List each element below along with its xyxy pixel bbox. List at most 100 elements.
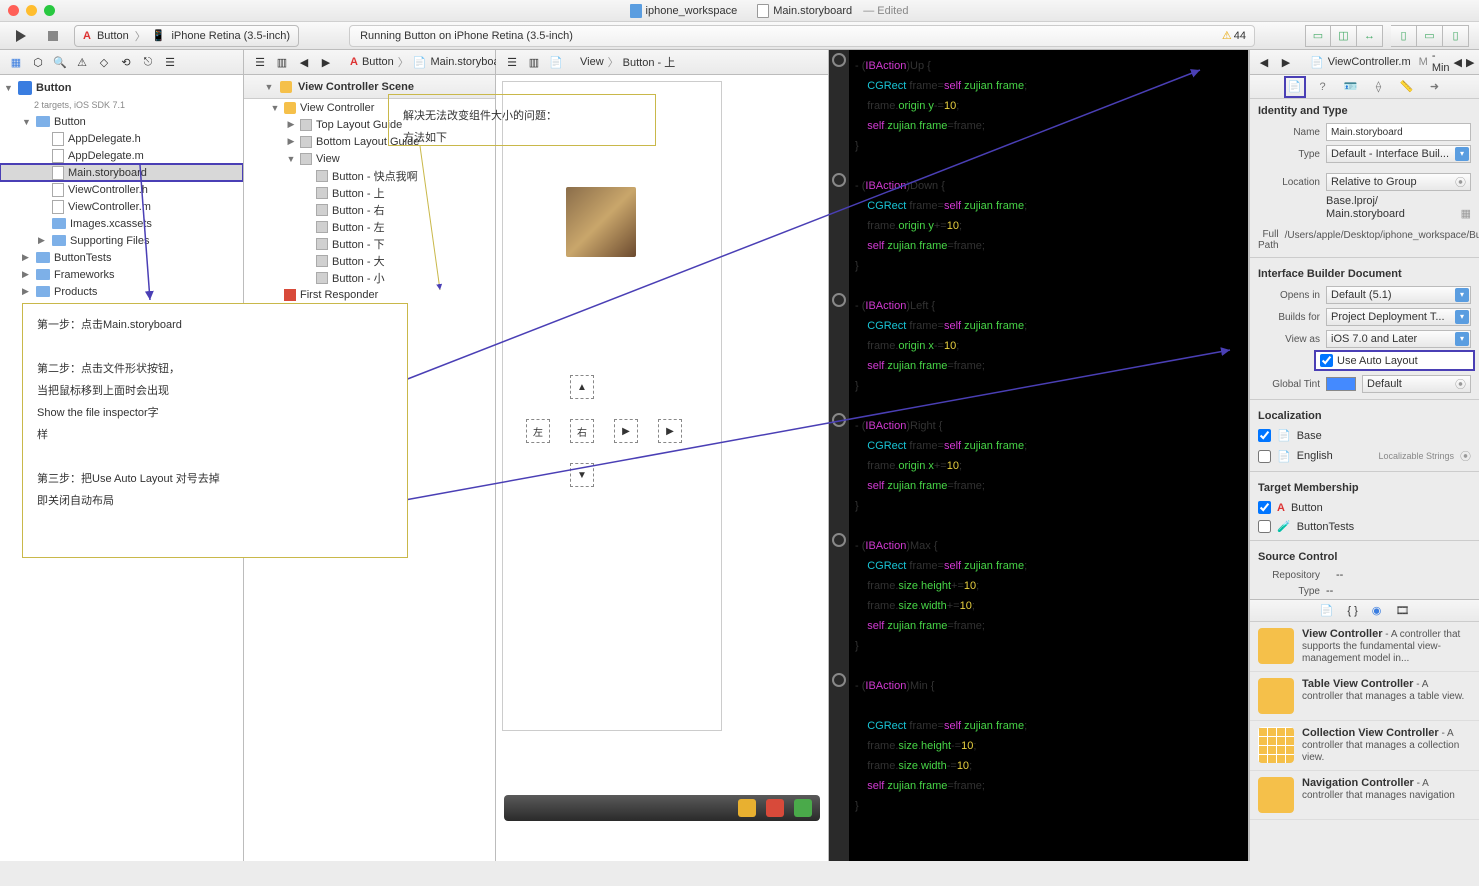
sim-icon-3[interactable] (794, 799, 812, 817)
version-editor-button[interactable]: ↔ (1357, 25, 1383, 47)
run-button[interactable] (10, 25, 32, 47)
button-center[interactable]: 右 (570, 419, 594, 443)
sim-icon-2[interactable] (766, 799, 784, 817)
toggle-utilities-button[interactable]: ▯ (1443, 25, 1469, 47)
close-window-icon[interactable] (8, 5, 19, 16)
quick-help-tab[interactable]: ? (1314, 78, 1332, 96)
interface-builder-canvas[interactable]: ☰▥📄 View〉 Button - 上 ▲ 左 右 ▶ ▼ ▶ (496, 50, 829, 861)
nav-item-products[interactable]: ▶Products (0, 283, 243, 300)
type-select[interactable]: Default - Interface Buil...▾ (1326, 145, 1471, 163)
standard-editor-button[interactable]: ▭ (1305, 25, 1331, 47)
nav-item-frameworks[interactable]: ▶Frameworks (0, 266, 243, 283)
lib-tab-object[interactable]: ◉ (1372, 604, 1382, 617)
project-root[interactable]: ▼ Button (0, 79, 243, 96)
outline-item[interactable]: Button - 上 (244, 184, 495, 201)
h-icon (52, 132, 64, 146)
titlebar-doc-1[interactable]: iphone_workspace (630, 4, 738, 18)
connections-inspector-tab[interactable]: ➜ (1426, 78, 1444, 96)
library-item[interactable]: Table View Controller - A controller tha… (1250, 672, 1479, 721)
connection-indicator-icon[interactable] (832, 53, 846, 67)
nav-item-button[interactable]: ▼Button (0, 113, 243, 130)
button-left[interactable]: 左 (526, 419, 550, 443)
lib-tab-file[interactable]: 📄 (1320, 604, 1334, 617)
tint-colorwell[interactable] (1326, 377, 1356, 391)
connection-indicator-icon[interactable] (832, 673, 846, 687)
name-field[interactable]: Main.storyboard (1326, 123, 1471, 141)
project-navigator-tab[interactable]: ▦ (8, 56, 24, 69)
localization-english[interactable]: 📄EnglishLocalizable Strings⦿ (1250, 445, 1479, 467)
jump-bar-canvas[interactable]: View〉 Button - 上 (572, 54, 828, 70)
connection-indicator-icon[interactable] (832, 173, 846, 187)
test-navigator-tab[interactable]: ◇ (96, 56, 112, 69)
assistant-editor-button[interactable]: ◫ (1331, 25, 1357, 47)
outline-item[interactable]: Button - 大 (244, 252, 495, 269)
outline-back-icon[interactable]: ☰ (252, 56, 268, 69)
log-navigator-tab[interactable]: ☰ (162, 56, 178, 69)
tint-select[interactable]: Default⦿ (1362, 375, 1471, 393)
zoom-window-icon[interactable] (44, 5, 55, 16)
outline-item[interactable]: First Responder (244, 286, 495, 303)
nav-item-supporting-files[interactable]: ▶Supporting Files (0, 232, 243, 249)
window-controls (8, 5, 55, 16)
jump-bar-assistant[interactable]: 📄ViewController.m (1302, 56, 1419, 69)
scheme-device: iPhone Retina (3.5-inch) (171, 30, 290, 42)
symbol-navigator-tab[interactable]: ⬡ (30, 56, 46, 69)
outline-fwd-icon[interactable]: ▥ (274, 56, 290, 69)
library-item[interactable]: View Controller - A controller that supp… (1250, 622, 1479, 672)
issue-navigator-tab[interactable]: ⚠ (74, 56, 90, 69)
nav-item-appdelegate-h[interactable]: AppDelegate.h (0, 130, 243, 147)
nav-item-viewcontroller-m[interactable]: ViewController.m (0, 198, 243, 215)
nav-item-images-xcassets[interactable]: Images.xcassets (0, 215, 243, 232)
library-item[interactable]: Collection View Controller - A controlle… (1250, 721, 1479, 771)
connection-indicator-icon[interactable] (832, 533, 846, 547)
find-navigator-tab[interactable]: 🔍 (52, 56, 68, 69)
lib-tab-media[interactable]: 🎞 (1395, 604, 1409, 617)
button-right[interactable]: ▶ (614, 419, 638, 443)
button-extra[interactable]: ▶ (658, 419, 682, 443)
opensin-select[interactable]: Default (5.1)▾ (1326, 286, 1471, 304)
titlebar-doc-2[interactable]: Main.storyboard — Edited (757, 4, 908, 18)
nav-item-main-storyboard[interactable]: Main.storyboard (0, 164, 243, 181)
nav-item-appdelegate-m[interactable]: AppDelegate.m (0, 147, 243, 164)
button-down[interactable]: ▼ (570, 463, 594, 487)
stop-button[interactable] (42, 25, 64, 47)
outline-item[interactable]: Button - 下 (244, 235, 495, 252)
controller-icon (1258, 628, 1294, 664)
breakpoint-navigator-tab[interactable]: ⎋ (140, 56, 156, 69)
scheme-selector[interactable]: A Button 〉 📱 iPhone Retina (3.5-inch) (74, 25, 299, 47)
use-auto-layout-checkbox[interactable]: Use Auto Layout (1316, 352, 1473, 369)
folder-icon[interactable]: ▦ (1461, 208, 1471, 221)
file-inspector-tab[interactable]: 📄 (1286, 78, 1304, 96)
minimize-window-icon[interactable] (26, 5, 37, 16)
nav-item-viewcontroller-h[interactable]: ViewController.h (0, 181, 243, 198)
section-target: Target Membership (1250, 476, 1479, 498)
outline-item[interactable]: Button - 小 (244, 269, 495, 286)
viewas-select[interactable]: iOS 7.0 and Later▾ (1326, 330, 1471, 348)
outline-item[interactable]: Button - 左 (244, 218, 495, 235)
outline-item[interactable]: Button - 右 (244, 201, 495, 218)
library-item[interactable]: Navigation Controller - A controller tha… (1250, 771, 1479, 820)
target-buttontests[interactable]: 🧪ButtonTests (1250, 517, 1479, 536)
size-inspector-tab[interactable]: 📏 (1398, 78, 1416, 96)
connection-indicator-icon[interactable] (832, 413, 846, 427)
button-up[interactable]: ▲ (570, 375, 594, 399)
nav-item-buttontests[interactable]: ▶ButtonTests (0, 249, 243, 266)
image-button[interactable] (566, 187, 636, 257)
buildsfor-select[interactable]: Project Deployment T...▾ (1326, 308, 1471, 326)
warnings-badge[interactable]: ⚠44 (1222, 29, 1246, 42)
localization-base[interactable]: 📄Base (1250, 426, 1479, 445)
outline-item[interactable]: ▼View (244, 150, 495, 167)
toggle-debug-button[interactable]: ▭ (1417, 25, 1443, 47)
toggle-navigator-button[interactable]: ▯ (1391, 25, 1417, 47)
section-sourcecontrol: Source Control (1250, 545, 1479, 567)
outline-item[interactable]: Button - 快点我啊 (244, 167, 495, 184)
location-select[interactable]: Relative to Group⦿ (1326, 173, 1471, 191)
target-button[interactable]: AButton (1250, 498, 1479, 517)
lib-tab-code[interactable]: { } (1347, 605, 1357, 617)
assistant-code-editor[interactable]: - (IBAction)Up { CGRect frame=self.zujia… (829, 50, 1249, 861)
debug-navigator-tab[interactable]: ⟲ (118, 56, 134, 69)
identity-inspector-tab[interactable]: 🪪 (1342, 78, 1360, 96)
sim-icon-1[interactable] (738, 799, 756, 817)
connection-indicator-icon[interactable] (832, 293, 846, 307)
attributes-inspector-tab[interactable]: ⟠ (1370, 78, 1388, 96)
